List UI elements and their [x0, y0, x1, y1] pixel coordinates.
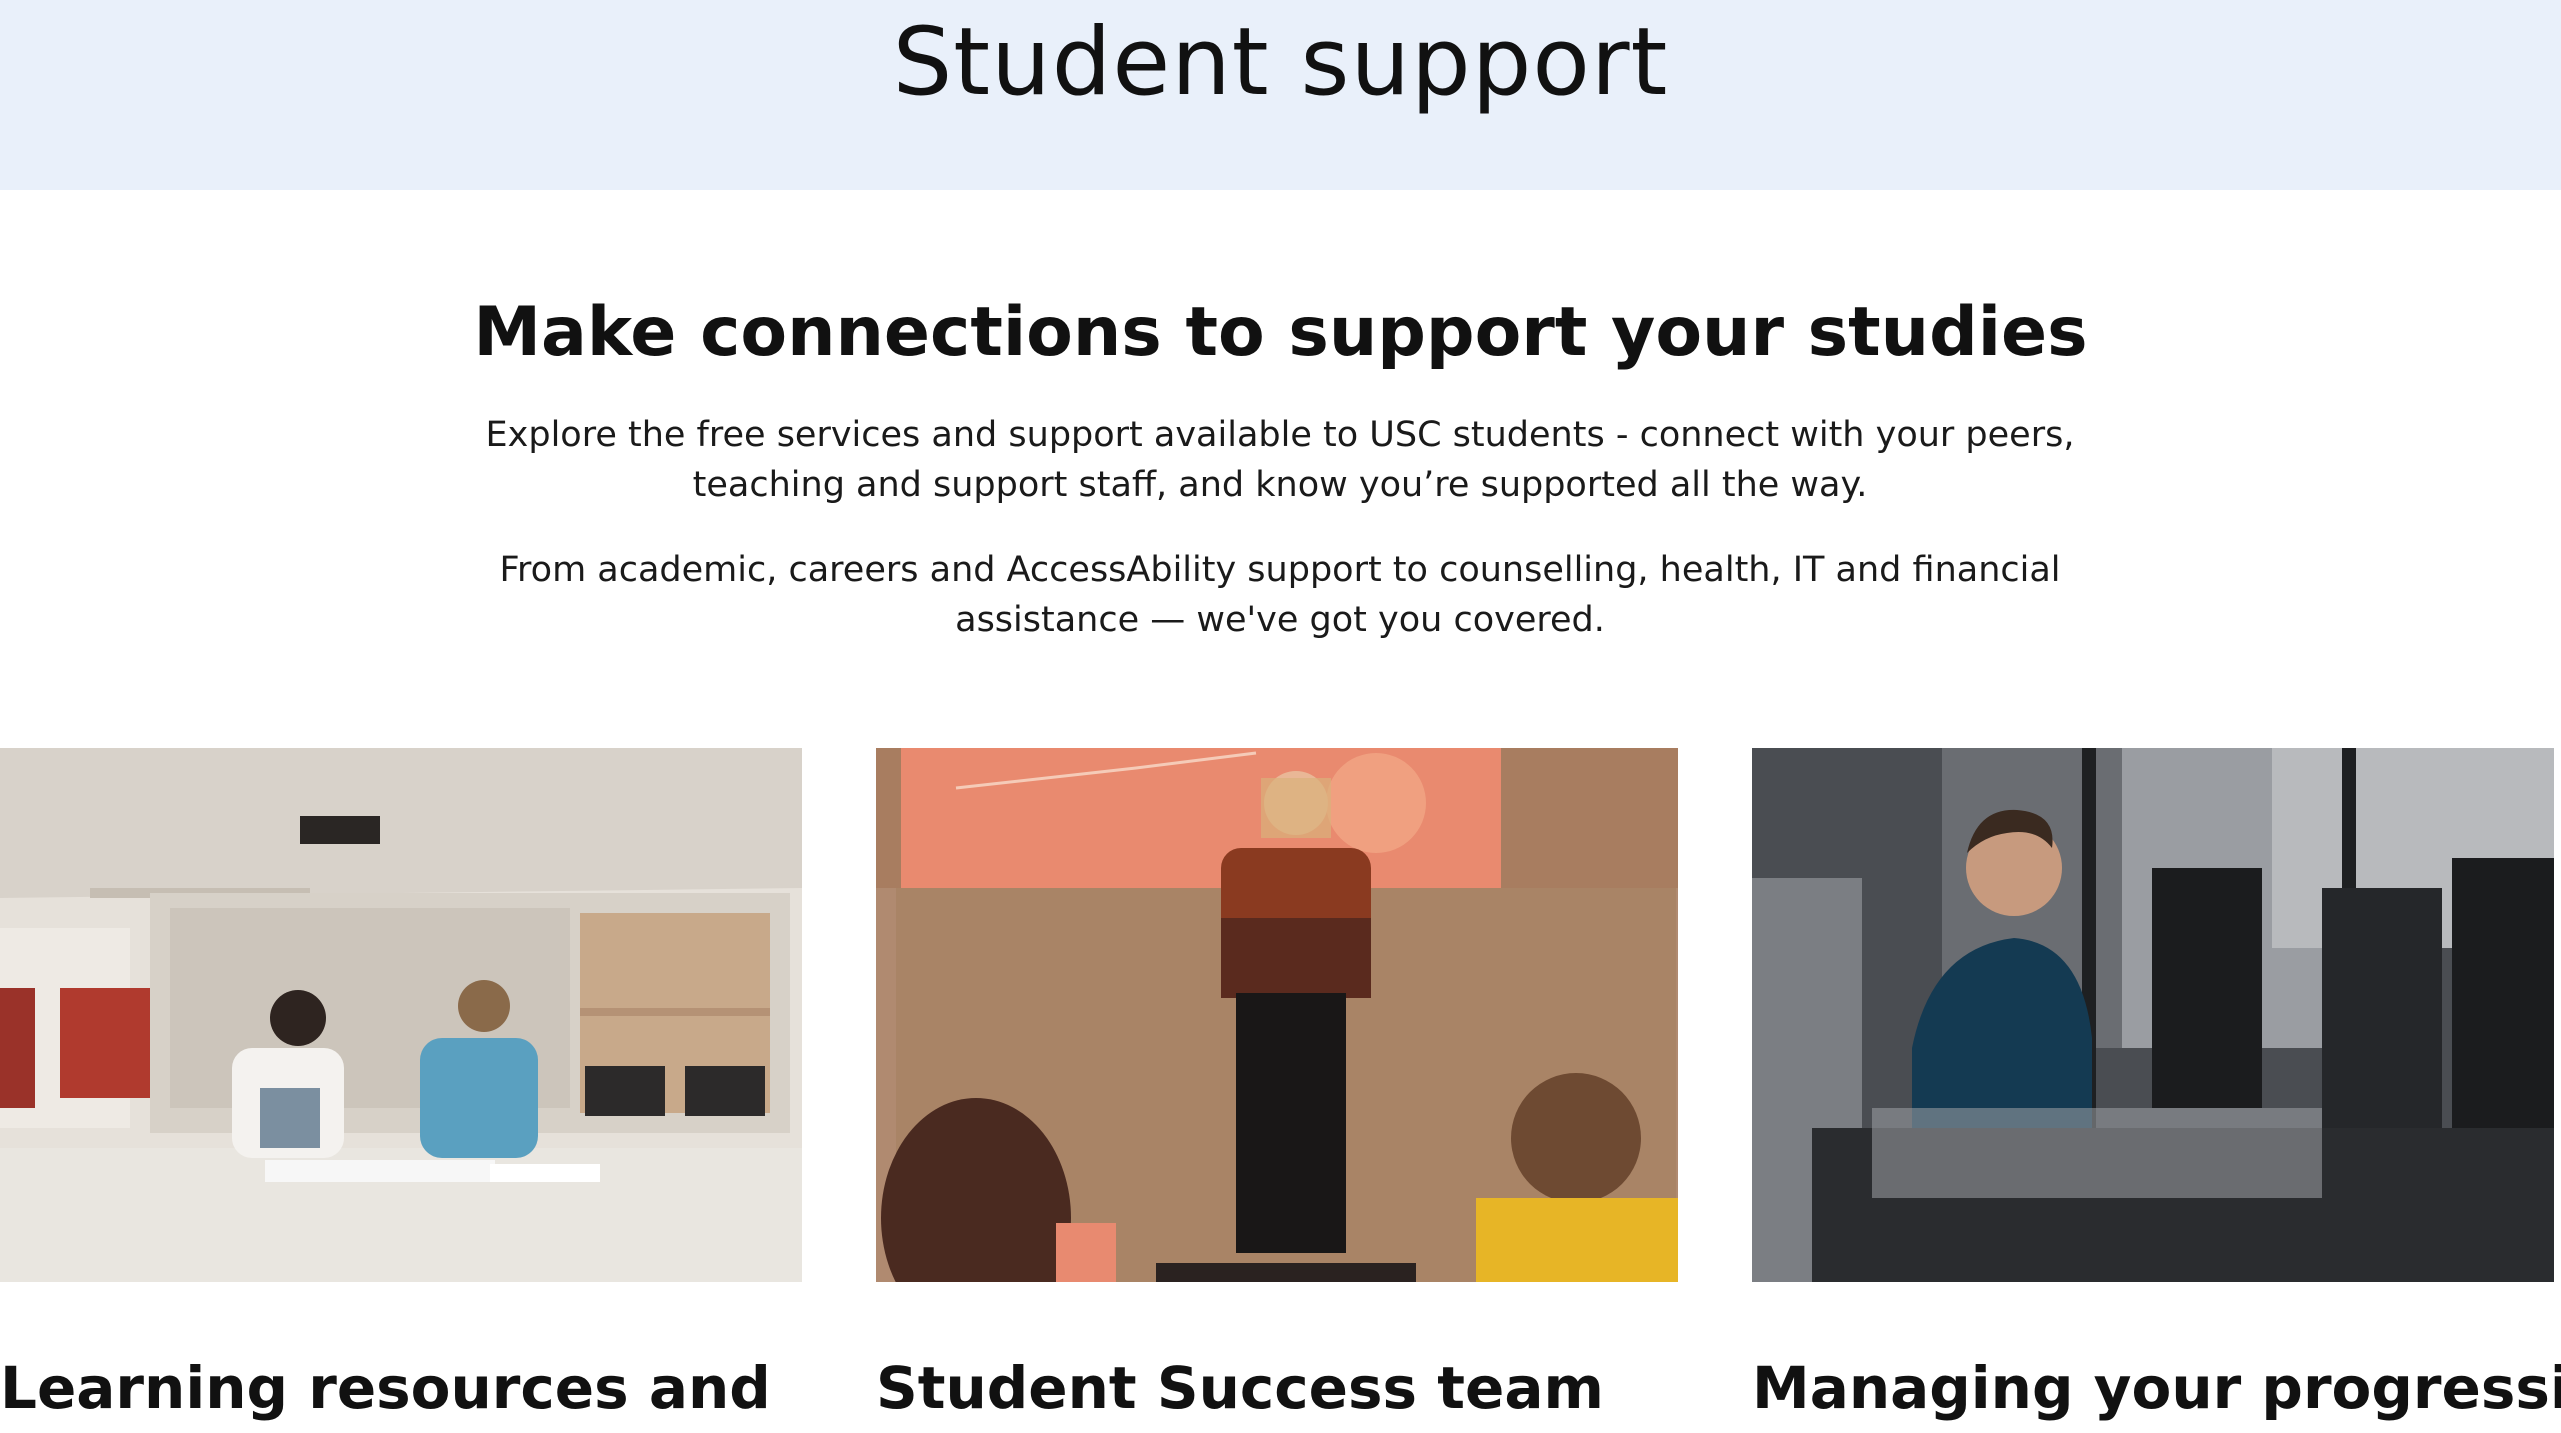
- intro-paragraph-1: Explore the free services and support av…: [480, 410, 2080, 510]
- card-image-link[interactable]: [876, 748, 1678, 1282]
- intro-paragraph-2: From academic, careers and AccessAbility…: [480, 545, 2080, 645]
- card-student-success-team[interactable]: Student Success team: [876, 748, 1678, 1433]
- photo-student-at-computer-lab-icon: [1752, 748, 2554, 1282]
- photo-two-students-studying-icon: [0, 748, 802, 1282]
- intro-paragraph-2-line-1: From academic, careers and AccessAbility…: [499, 550, 2061, 590]
- intro-paragraph-1-line-2: teaching and support staff, and know you…: [692, 465, 1868, 505]
- card-title[interactable]: Student Success team: [876, 1348, 1776, 1428]
- intro-paragraph-1-line-1: Explore the free services and support av…: [485, 415, 2075, 455]
- card-title[interactable]: Managing your progression: [1752, 1348, 2561, 1428]
- card-managing-progression[interactable]: Managing your progression: [1752, 748, 2561, 1433]
- photo-presenter-in-classroom-icon: [876, 748, 1678, 1282]
- intro-paragraph-2-line-2: assistance — we've got you covered.: [955, 600, 1605, 640]
- card-image-link[interactable]: [0, 748, 802, 1282]
- card-image-link[interactable]: [1752, 748, 2554, 1282]
- card-title[interactable]: Learning resources and: [0, 1348, 900, 1428]
- section-heading: Make connections to support your studies: [473, 293, 2088, 372]
- page-title: Student support: [892, 8, 1669, 117]
- card-learning-resources[interactable]: Learning resources and: [0, 748, 802, 1433]
- page-header: Student support: [0, 0, 2561, 190]
